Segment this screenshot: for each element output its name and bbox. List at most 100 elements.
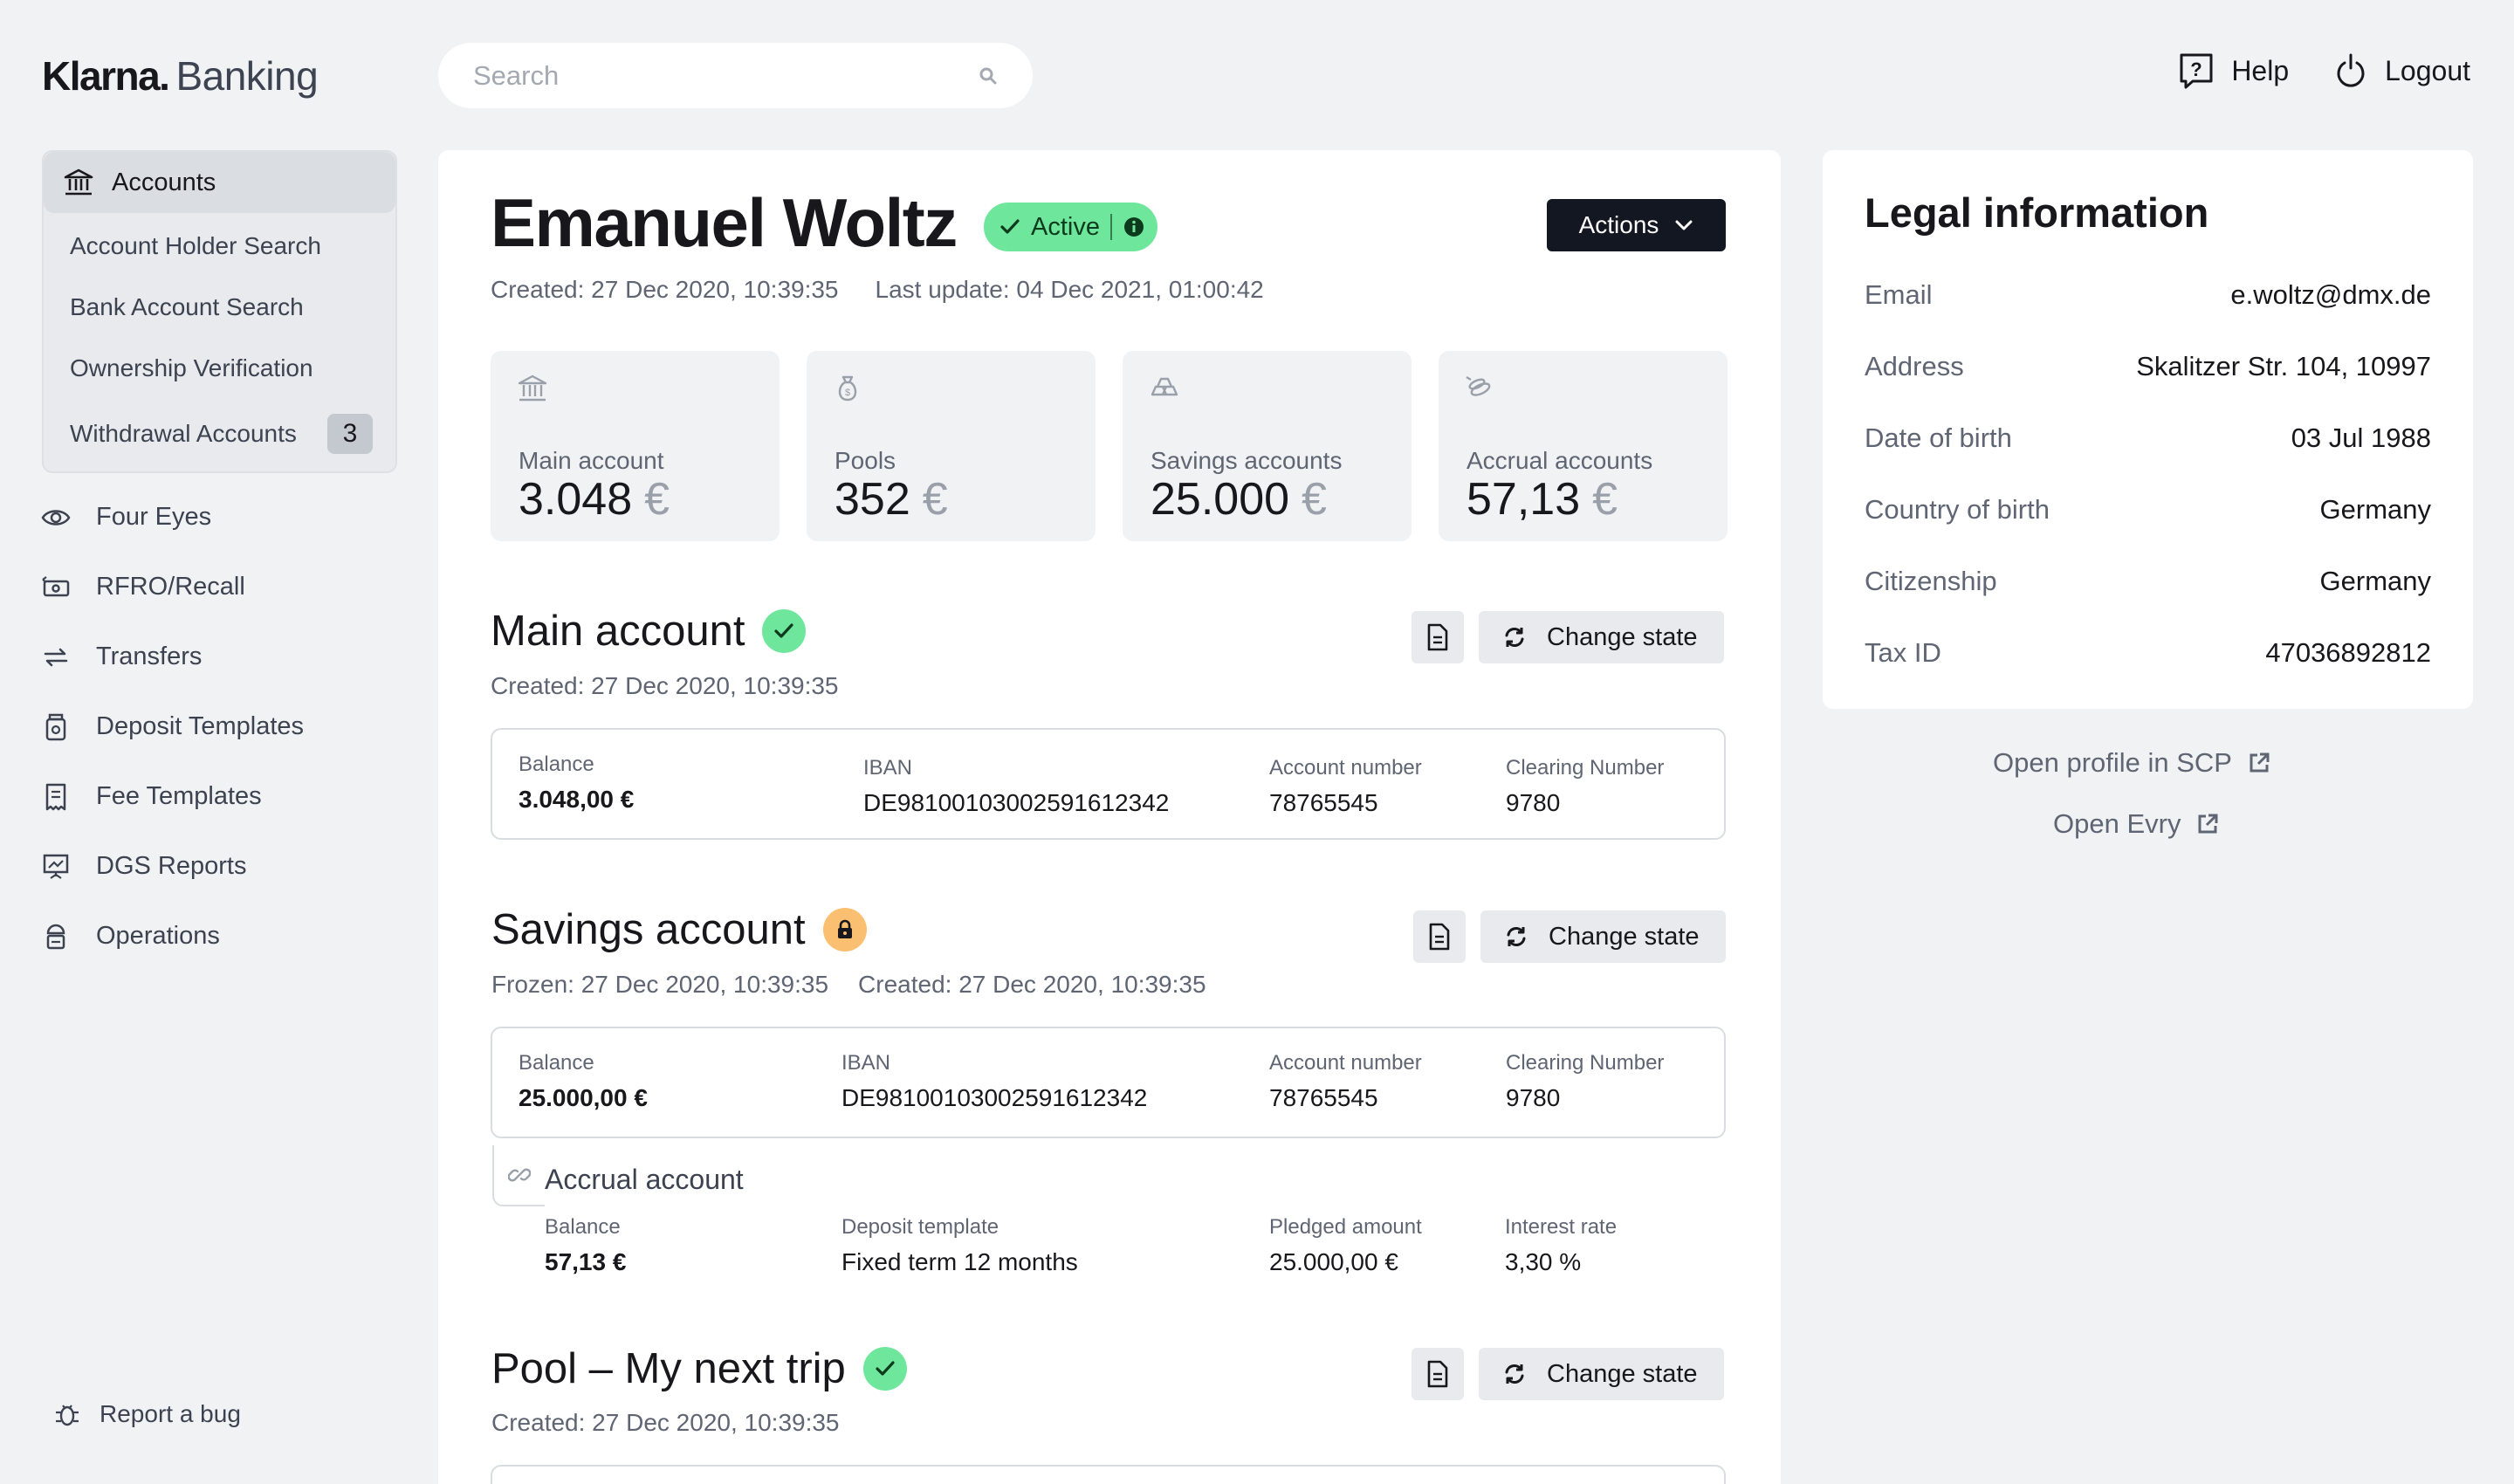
receipt-icon (40, 783, 72, 811)
document-button[interactable] (1412, 1348, 1464, 1400)
chevron-down-icon (1674, 219, 1693, 231)
check-icon (862, 1347, 907, 1391)
change-state-button[interactable]: Change state (1480, 910, 1726, 963)
app-logo[interactable]: Klarna. Banking (42, 52, 319, 100)
sidebar-item-deposit-templates[interactable]: Deposit Templates (40, 712, 304, 741)
stat-label: Main account (519, 447, 664, 474)
change-state-button[interactable]: Change state (1479, 611, 1724, 663)
sidebar-item-transfers[interactable]: Transfers (40, 642, 202, 671)
savings-account-meta: Frozen: 27 Dec 2020, 10:39:35 Created: 2… (491, 971, 1206, 999)
stat-card-savings-accounts[interactable]: Savings accounts 25.000 € (1123, 351, 1412, 541)
report-bug-label: Report a bug (100, 1400, 241, 1427)
stat-card-accrual-accounts[interactable]: Accrual accounts 57,13 € (1439, 351, 1728, 541)
clearing-number-cell: Clearing Number 9780 (1506, 1051, 1664, 1112)
stat-card-pools[interactable]: $ Pools 352 € (807, 351, 1096, 541)
balance-value: 3.048,00 € (519, 786, 635, 813)
account-number-value: 78765545 (1269, 1084, 1378, 1111)
sidebar-sub-ownership-verification[interactable]: Ownership Verification (70, 354, 313, 382)
sidebar-item-fee-templates[interactable]: Fee Templates (40, 782, 262, 811)
document-button[interactable] (1413, 910, 1466, 963)
clearing-number-cell: Clearing Number 9780 (1506, 756, 1664, 817)
section-title: Main account (491, 608, 745, 655)
check-icon (762, 609, 807, 653)
transfer-arrows-icon (40, 647, 72, 668)
link-label: Open Evry (2053, 808, 2181, 839)
account-number-cell: Account number 78765545 (1269, 1051, 1422, 1112)
pool-meta: Created: 27 Dec 2020, 10:39:35 (491, 1409, 840, 1437)
open-profile-scp-link[interactable]: Open profile in SCP (1993, 747, 2270, 779)
status-divider (1109, 214, 1112, 240)
search-icon[interactable] (979, 66, 998, 86)
sidebar-item-dgs-reports[interactable]: DGS Reports (40, 852, 246, 881)
refresh-icon (1503, 1363, 1526, 1385)
interest-rate-cell: Interest rate 3,30 % (1505, 1215, 1617, 1276)
section-title: Savings account (491, 906, 806, 953)
sidebar-item-four-eyes[interactable]: Four Eyes (40, 503, 211, 532)
deposit-template-value: Fixed term 12 months (841, 1248, 1078, 1275)
stat-card-main-account[interactable]: Main account 3.048 € (491, 351, 780, 541)
stat-label: Accrual accounts (1466, 447, 1653, 474)
brand-name: Klarna. (42, 53, 170, 99)
balance-label: Balance (519, 752, 594, 776)
power-icon (2334, 52, 2367, 89)
search-bar[interactable] (438, 43, 1033, 108)
clearing-number-label: Clearing Number (1506, 756, 1665, 780)
customer-name: Emanuel Woltz (491, 184, 958, 261)
change-state-button[interactable]: Change state (1479, 1348, 1724, 1400)
document-button[interactable] (1412, 611, 1464, 663)
legal-row-date-of-birth: Date of birth 03 Jul 1988 (1865, 423, 2431, 453)
bank-icon (63, 167, 94, 198)
bank-icon (517, 374, 548, 403)
created-date: Created: 27 Dec 2020, 10:39:35 (858, 971, 1206, 998)
balance-value: 25.000,00 € (519, 1084, 648, 1111)
document-icon (1427, 923, 1452, 951)
sidebar-sub-account-holder-search[interactable]: Account Holder Search (70, 232, 321, 260)
info-icon[interactable] (1123, 216, 1145, 238)
section-title: Pool – My next trip (491, 1345, 846, 1392)
account-number-value: 78765545 (1269, 789, 1378, 816)
iban-value: DE98100103002591612342 (841, 1084, 1148, 1111)
sidebar-item-accounts[interactable]: Accounts (44, 152, 395, 213)
open-evry-link[interactable]: Open Evry (2053, 808, 2219, 840)
pledged-amount-label: Pledged amount (1269, 1215, 1422, 1239)
search-input[interactable] (473, 59, 944, 92)
check-icon (999, 217, 1020, 237)
balance-label: Balance (519, 1051, 594, 1075)
external-link-icon (2196, 813, 2219, 835)
pledged-amount-value: 25.000,00 € (1269, 1248, 1398, 1275)
sidebar-item-rfro-recall[interactable]: RFRO/Recall (40, 573, 245, 601)
account-number-label: Account number (1269, 1051, 1422, 1075)
legal-row-tax-id: Tax ID 47036892812 (1865, 637, 2431, 668)
sidebar-sub-bank-account-search[interactable]: Bank Account Search (70, 293, 304, 321)
clearing-number-value: 9780 (1506, 1084, 1561, 1111)
svg-text:$: $ (845, 388, 850, 398)
status-badge[interactable]: Active (984, 203, 1157, 251)
balance-label: Balance (545, 1215, 621, 1239)
lock-icon (822, 908, 867, 952)
bug-icon (54, 1400, 80, 1428)
jar-icon (40, 713, 72, 741)
sidebar-item-label: Transfers (96, 642, 203, 670)
report-bug-link[interactable]: Report a bug (54, 1400, 241, 1428)
pool-account-details (491, 1465, 1726, 1484)
sidebar-item-label: DGS Reports (96, 852, 247, 880)
legal-row-email: Email e.woltz@dmx.de (1865, 279, 2431, 310)
change-state-label: Change state (1549, 922, 1700, 951)
sidebar-item-label: Four Eyes (96, 503, 212, 531)
help-link[interactable]: ? Help (2179, 52, 2289, 89)
withdrawal-count-badge: 3 (327, 414, 373, 454)
savings-account-heading: Savings account (491, 905, 867, 954)
iban-cell: IBAN DE98100103002591612342 (863, 756, 1169, 817)
sidebar-item-operations[interactable]: Operations (40, 922, 220, 951)
sidebar-item-label: Fee Templates (96, 782, 262, 810)
main-account-meta: Created: 27 Dec 2020, 10:39:35 (491, 672, 839, 700)
status-label: Active (1031, 212, 1100, 241)
actions-dropdown-button[interactable]: Actions (1547, 199, 1726, 251)
sidebar-sub-withdrawal-accounts[interactable]: Withdrawal Accounts (70, 420, 297, 448)
logout-link[interactable]: Logout (2334, 52, 2470, 89)
sidebar-item-label: Deposit Templates (96, 712, 305, 740)
change-state-label: Change state (1547, 1359, 1698, 1388)
iban-value: DE98100103002591612342 (863, 789, 1170, 816)
cash-return-icon (40, 575, 72, 599)
legal-row-address: Address Skalitzer Str. 104, 10997 (1865, 351, 2431, 381)
